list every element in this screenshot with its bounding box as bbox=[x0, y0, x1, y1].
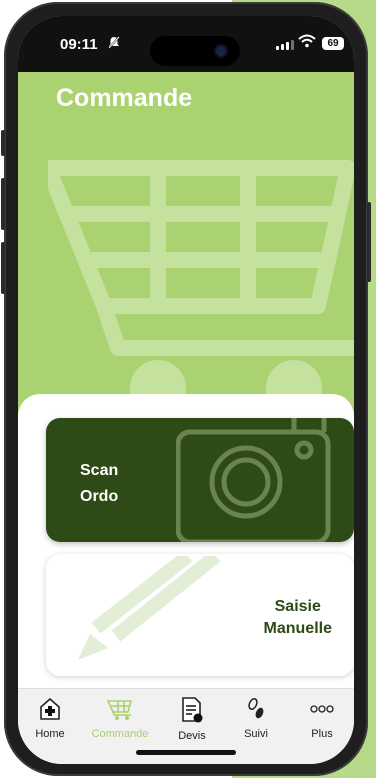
saisie-manuelle-label: Saisie Manuelle bbox=[264, 596, 332, 640]
status-time: 09:11 bbox=[60, 36, 98, 53]
medical-kit-icon bbox=[40, 698, 60, 720]
status-bar: 09:11 69 bbox=[18, 16, 354, 72]
saisie-manuelle-button[interactable]: Saisie Manuelle bbox=[46, 554, 354, 676]
footsteps-icon bbox=[248, 698, 264, 719]
phone-frame: 09:11 69 Commande Scan Ordo Saisie Manue… bbox=[1, 2, 371, 776]
document-icon bbox=[182, 697, 203, 723]
tab-suivi[interactable]: Suivi bbox=[226, 697, 286, 740]
battery-indicator: 69 bbox=[322, 37, 344, 50]
wifi-icon bbox=[298, 34, 316, 53]
tab-commande[interactable]: Commande bbox=[90, 697, 150, 740]
scan-ordo-button[interactable]: Scan Ordo bbox=[46, 418, 354, 542]
bell-muted-icon bbox=[108, 36, 120, 52]
more-dots-icon bbox=[310, 705, 334, 713]
volume-down-button bbox=[1, 242, 5, 294]
scan-ordo-label: Scan Ordo bbox=[80, 458, 118, 510]
page-title: Commande bbox=[56, 84, 193, 112]
scan-label-line2: Ordo bbox=[80, 488, 119, 505]
power-button bbox=[367, 202, 371, 282]
home-indicator[interactable] bbox=[136, 750, 236, 755]
pencil-icon bbox=[78, 556, 221, 660]
camera-icon bbox=[176, 418, 331, 542]
camera-lens bbox=[216, 46, 226, 56]
tab-suivi-label: Suivi bbox=[244, 728, 268, 740]
shopping-cart-icon bbox=[106, 700, 133, 720]
tab-devis-label: Devis bbox=[178, 730, 206, 742]
volume-up-button bbox=[1, 178, 5, 230]
shopping-cart-icon bbox=[48, 160, 354, 396]
dynamic-island bbox=[150, 36, 240, 66]
tab-commande-label: Commande bbox=[91, 728, 149, 740]
tab-home[interactable]: Home bbox=[20, 697, 80, 740]
tab-devis[interactable]: Devis bbox=[162, 697, 222, 742]
manual-label-line2: Manuelle bbox=[263, 620, 332, 637]
mute-switch bbox=[1, 130, 5, 156]
cellular-signal-icon bbox=[276, 40, 294, 50]
manual-label-line1: Saisie bbox=[274, 598, 321, 615]
scan-label-line1: Scan bbox=[80, 462, 119, 479]
tab-plus[interactable]: Plus bbox=[292, 697, 352, 740]
tab-home-label: Home bbox=[35, 728, 65, 740]
tab-plus-label: Plus bbox=[311, 728, 333, 740]
screen: 09:11 69 Commande Scan Ordo Saisie Manue… bbox=[18, 16, 354, 764]
